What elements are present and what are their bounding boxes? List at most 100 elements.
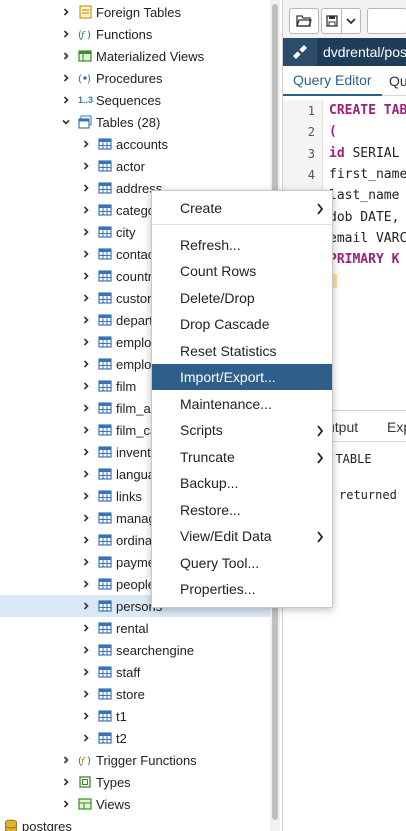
connection-status-icon[interactable] [283, 38, 317, 66]
menu-item-delete-drop[interactable]: Delete/Drop [152, 285, 332, 311]
chevron-right-icon[interactable] [80, 177, 92, 199]
chevron-right-icon[interactable] [80, 199, 92, 221]
chevron-right-icon[interactable] [80, 441, 92, 463]
tree-item[interactable]: searchengine [0, 639, 270, 661]
save-file-button[interactable] [321, 8, 341, 34]
menu-item-scripts[interactable]: Scripts [152, 417, 332, 443]
menu-item-drop-cascade[interactable]: Drop Cascade [152, 311, 332, 337]
toolbar-button-partial[interactable] [367, 8, 406, 34]
table-icon [98, 511, 112, 525]
chevron-right-icon[interactable] [80, 617, 92, 639]
tree-item[interactable]: (f) Functions [0, 23, 270, 45]
menu-item-label: Create [180, 200, 223, 216]
chevron-right-icon[interactable] [80, 419, 92, 441]
tree-item[interactable]: actor [0, 155, 270, 177]
menu-item-reset-statistics[interactable]: Reset Statistics [152, 338, 332, 364]
chevron-right-icon[interactable] [80, 375, 92, 397]
submenu-arrow-icon [316, 202, 324, 215]
tab-explain[interactable]: Exp [387, 419, 406, 435]
tree-item[interactable]: () Procedures [0, 67, 270, 89]
line-number: 2 [307, 125, 315, 140]
tree-item[interactable]: (f) Trigger Functions [0, 749, 270, 771]
chevron-right-icon[interactable] [60, 771, 72, 793]
chevron-right-icon[interactable] [80, 353, 92, 375]
chevron-right-icon[interactable] [80, 463, 92, 485]
chevron-right-icon[interactable] [80, 661, 92, 683]
chevron-right-icon[interactable] [60, 1, 72, 23]
menu-item-label: Restore... [180, 501, 241, 518]
chevron-right-icon[interactable] [60, 793, 72, 815]
menu-item-import-export[interactable]: Import/Export... [152, 364, 332, 390]
chevron-right-icon[interactable] [80, 221, 92, 243]
tree-item[interactable]: Foreign Tables [0, 1, 270, 23]
tree-item[interactable]: rental [0, 617, 270, 639]
chevron-right-icon[interactable] [60, 749, 72, 771]
menu-item-properties[interactable]: Properties... [152, 576, 332, 602]
chevron-right-icon[interactable] [80, 155, 92, 177]
chevron-right-icon[interactable] [60, 23, 72, 45]
chevron-right-icon[interactable] [80, 705, 92, 727]
svg-text:): ) [87, 756, 91, 767]
menu-item-create[interactable]: Create [152, 195, 332, 221]
chevron-right-icon[interactable] [80, 529, 92, 551]
chevron-right-icon[interactable] [80, 595, 92, 617]
tree-item-label: Materialized Views [96, 48, 205, 64]
table-icon [98, 225, 112, 239]
code-line: ( [329, 124, 337, 139]
chevron-right-icon[interactable] [80, 683, 92, 705]
tree-item[interactable]: Views [0, 793, 270, 815]
chevron-right-icon[interactable] [80, 551, 92, 573]
menu-item-restore[interactable]: Restore... [152, 497, 332, 523]
menu-item-query-tool[interactable]: Query Tool... [152, 550, 332, 576]
chevron-right-icon[interactable] [80, 397, 92, 419]
tab-query-history[interactable]: Qu [385, 66, 406, 96]
tree-item[interactable]: t1 [0, 705, 270, 727]
chevron-right-icon[interactable] [80, 639, 92, 661]
tree-item[interactable]: store [0, 683, 270, 705]
code-line: first_name [329, 167, 406, 182]
tree-item[interactable]: Types [0, 771, 270, 793]
menu-item-refresh[interactable]: Refresh... [152, 232, 332, 258]
menu-item-backup[interactable]: Backup... [152, 470, 332, 496]
chevron-right-icon[interactable] [80, 507, 92, 529]
chevron-right-icon[interactable] [60, 67, 72, 89]
svg-text:): ) [87, 74, 91, 85]
table-icon [98, 181, 112, 195]
tree-item[interactable]: Tables (28) [0, 111, 270, 133]
table-icon [98, 533, 112, 547]
tree-item-label: custon [116, 290, 155, 306]
chevron-right-icon[interactable] [80, 309, 92, 331]
chevron-right-icon[interactable] [80, 331, 92, 353]
table-icon [98, 291, 112, 305]
menu-item-view-edit-data[interactable]: View/Edit Data [152, 523, 332, 549]
save-options-dropdown[interactable] [341, 8, 361, 34]
chevron-right-icon[interactable] [60, 45, 72, 67]
line-number: 1 [307, 104, 315, 118]
chevron-right-icon[interactable] [80, 133, 92, 155]
tab-query-editor[interactable]: Query Editor [283, 66, 382, 96]
chevron-right-icon[interactable] [80, 287, 92, 309]
tree-item[interactable]: staff [0, 661, 270, 683]
code-line: id SERIAL [329, 146, 399, 161]
menu-item-maintenance[interactable]: Maintenance... [152, 391, 332, 417]
table-icon [98, 731, 112, 745]
tree-item-label: depart [116, 312, 153, 328]
submenu-arrow-icon [316, 424, 324, 437]
tree-item-label: Views [96, 796, 131, 812]
menu-item-truncate[interactable]: Truncate [152, 444, 332, 470]
chevron-down-icon[interactable] [60, 111, 72, 133]
chevron-right-icon[interactable] [80, 243, 92, 265]
tree-item[interactable]: t2 [0, 727, 270, 749]
open-file-button[interactable] [289, 8, 319, 34]
tree-item[interactable]: Materialized Views [0, 45, 270, 67]
tree-item[interactable]: postgres [0, 815, 270, 831]
menu-item-count-rows[interactable]: Count Rows [152, 258, 332, 284]
chevron-right-icon[interactable] [80, 265, 92, 287]
chevron-right-icon[interactable] [80, 573, 92, 595]
tree-item[interactable]: 1..3 Sequences [0, 89, 270, 111]
tree-item[interactable]: accounts [0, 133, 270, 155]
chevron-right-icon[interactable] [80, 727, 92, 749]
chevron-right-icon[interactable] [80, 485, 92, 507]
chevron-right-icon[interactable] [60, 89, 72, 111]
menu-item-label: Drop Cascade [180, 316, 270, 332]
